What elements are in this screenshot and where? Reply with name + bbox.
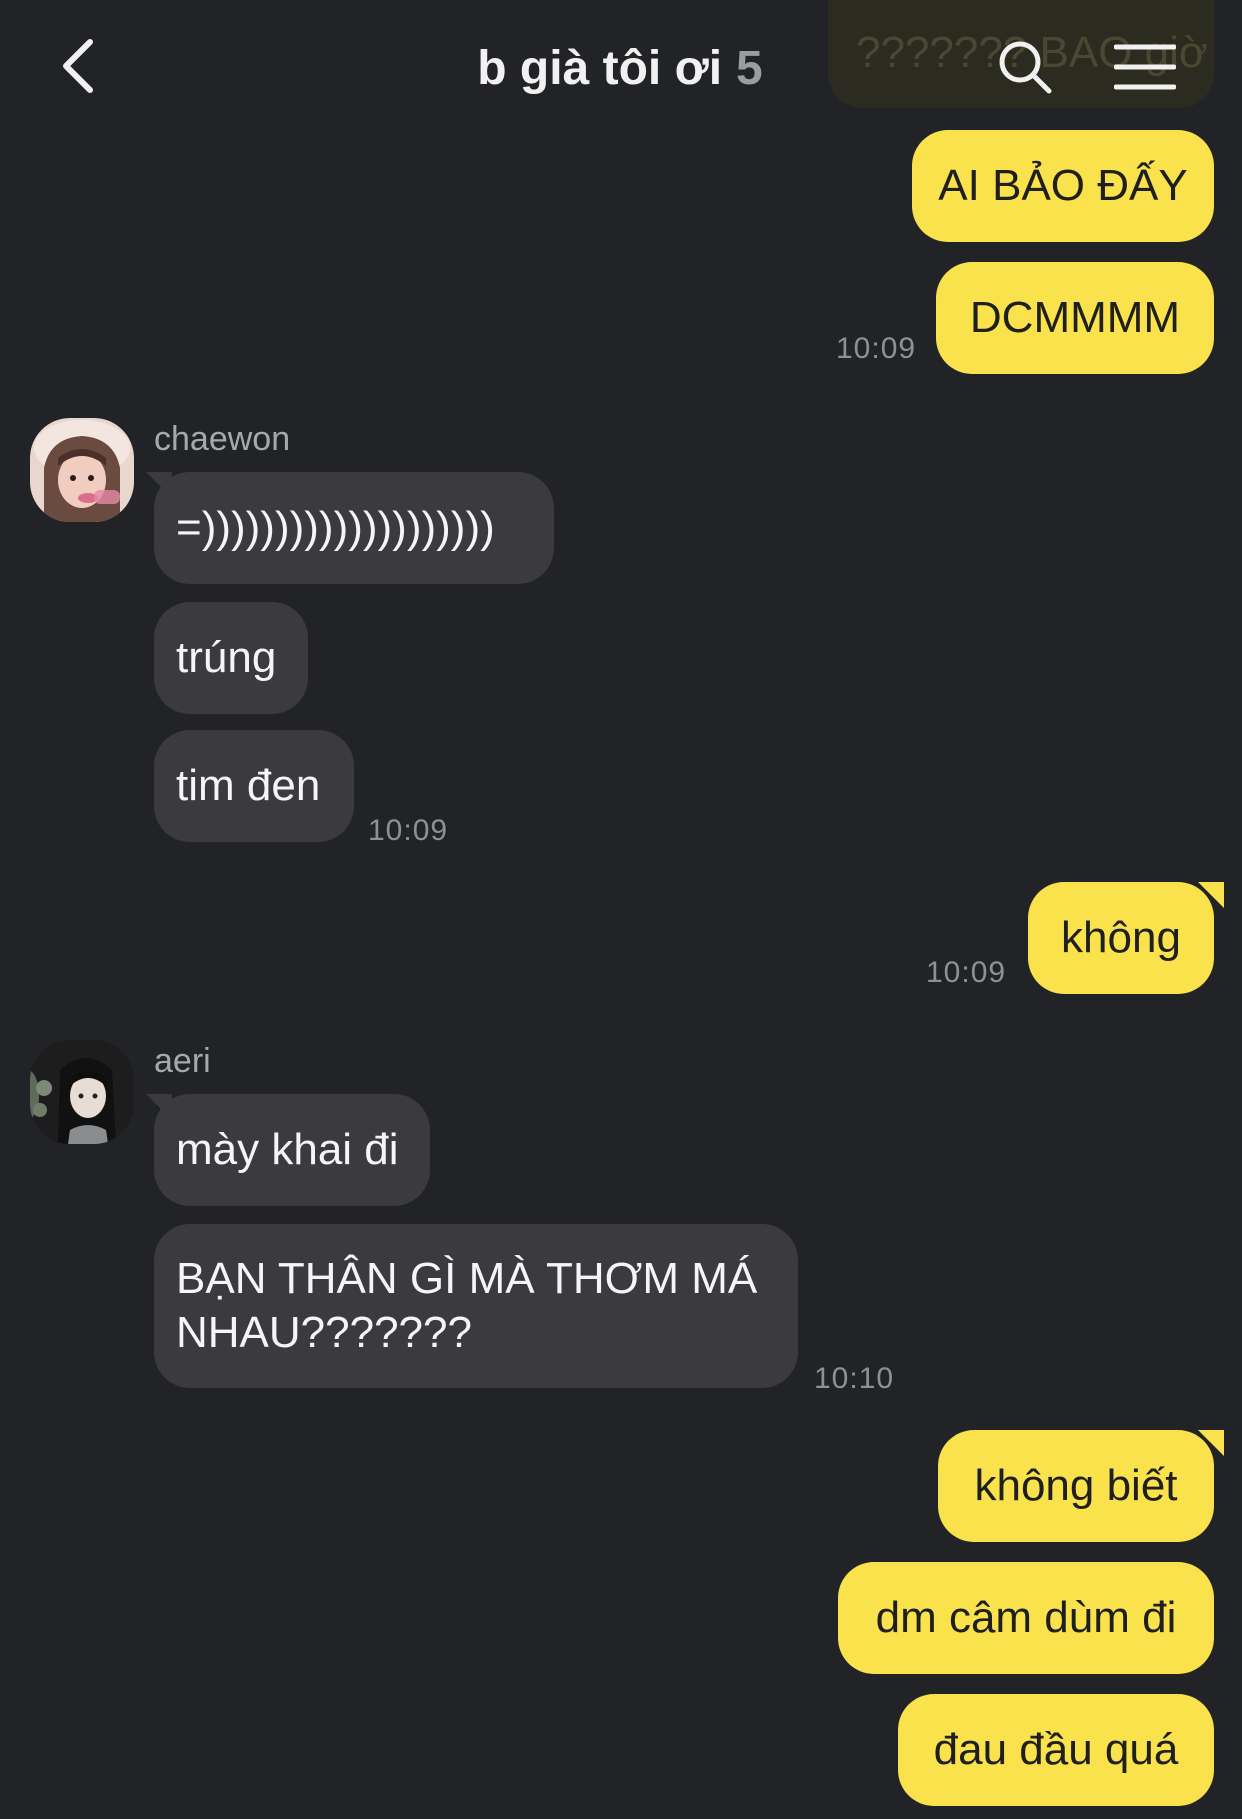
avatar-aeri[interactable]: [30, 1040, 134, 1144]
sent-message[interactable]: đau đầu quá: [898, 1694, 1214, 1806]
chevron-left-icon: [63, 39, 93, 93]
message-text: dm câm dùm đi: [875, 1593, 1177, 1642]
message-text: mày khai đi: [176, 1125, 399, 1174]
message-text: BẠN THÂN GÌ MÀ THƠM MÁ NHAU???????: [176, 1254, 758, 1357]
message-timestamp: 10:09: [926, 956, 1007, 989]
menu-button[interactable]: [1110, 34, 1180, 100]
message-text: =)))))))))))))))))))): [176, 503, 495, 552]
received-message[interactable]: mày khai đi: [154, 1094, 430, 1206]
chat-title-text: b già tôi ơi: [477, 41, 723, 95]
search-icon: [999, 41, 1052, 94]
avatar-photo: [30, 418, 134, 522]
message-text: AI BẢO ĐẤY: [938, 161, 1188, 210]
member-count: 5: [736, 41, 763, 95]
sent-message[interactable]: DCMMMM: [936, 262, 1214, 374]
received-message[interactable]: BẠN THÂN GÌ MÀ THƠM MÁ NHAU???????: [154, 1224, 798, 1388]
message-text: không: [1061, 913, 1181, 962]
received-message[interactable]: =)))))))))))))))))))): [154, 472, 554, 584]
message-text: không biết: [974, 1461, 1178, 1510]
message-text: tim đen: [176, 761, 321, 810]
received-message[interactable]: trúng: [154, 602, 308, 714]
search-button[interactable]: [990, 34, 1060, 100]
avatar-chaewon[interactable]: [30, 418, 134, 522]
message-timestamp: 10:10: [814, 1362, 895, 1395]
sent-message[interactable]: AI BẢO ĐẤY: [912, 130, 1214, 242]
chat-title[interactable]: b già tôi ơi 5: [420, 38, 820, 98]
message-timestamp: 10:09: [836, 332, 917, 365]
sent-message[interactable]: dm câm dùm đi: [838, 1562, 1214, 1674]
hamburger-menu-icon: [1114, 44, 1176, 90]
message-text: trúng: [176, 633, 277, 682]
sender-name: chaewon: [154, 420, 291, 458]
sender-name: aeri: [154, 1042, 211, 1080]
received-message[interactable]: tim đen: [154, 730, 354, 842]
avatar-photo: [30, 1040, 134, 1144]
message-text: đau đầu quá: [933, 1725, 1179, 1774]
back-button[interactable]: [50, 36, 106, 96]
sent-message[interactable]: không biết: [938, 1430, 1214, 1542]
message-text: DCMMMM: [969, 293, 1181, 342]
sent-message[interactable]: không: [1028, 882, 1214, 994]
message-timestamp: 10:09: [368, 814, 449, 847]
